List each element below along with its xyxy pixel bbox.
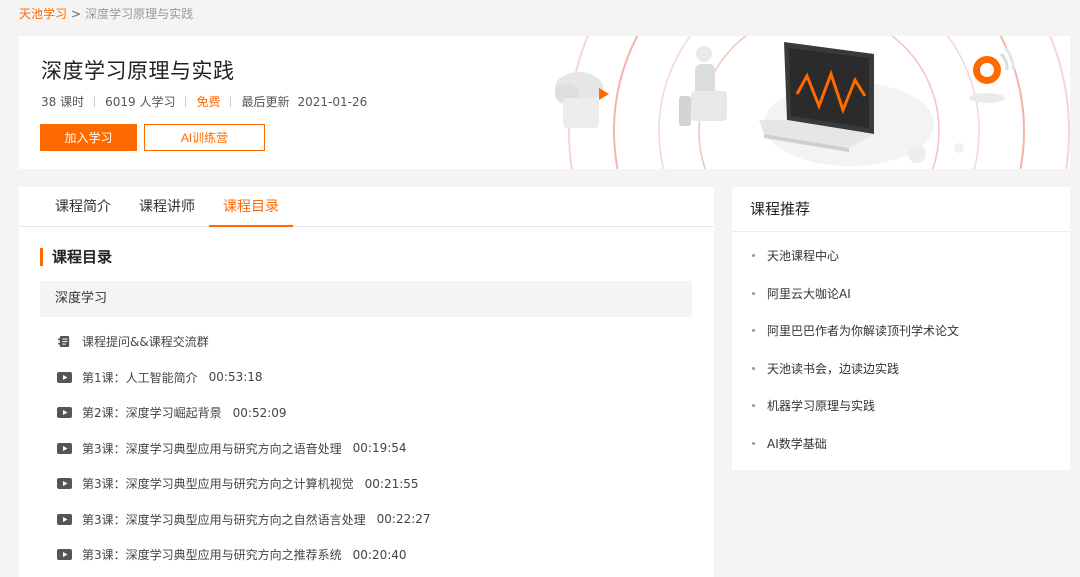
bullet-icon — [752, 291, 755, 295]
recommend-panel: 课程推荐 天池课程中心 阿里云大咖论AI 阿里巴巴作者为你解读顶刊学术论文 天池… — [732, 187, 1070, 470]
bullet-icon — [752, 404, 755, 408]
lessons-count: 38 课时 — [41, 95, 85, 109]
video-icon — [57, 513, 72, 525]
lesson-item[interactable]: 第2课：深度学习崛起背景 00:52:09 — [57, 395, 697, 431]
tab-intro[interactable]: 课程简介 — [41, 187, 125, 227]
lesson-item[interactable]: 第3课：深度学习典型应用与研究方向之语音处理 00:19:54 — [57, 431, 697, 467]
meta-divider — [185, 96, 187, 107]
recommend-item-label: 机器学习原理与实践 — [767, 399, 876, 414]
lesson-duration: 00:19:54 — [352, 441, 407, 456]
bullet-icon — [752, 329, 755, 333]
recommend-item[interactable]: AI数学基础 — [732, 425, 1070, 463]
lesson-duration: 00:21:55 — [364, 476, 419, 491]
recommend-item[interactable]: 阿里巴巴作者为你解读顶刊学术论文 — [732, 312, 1070, 350]
lesson-item[interactable]: 第1课：人工智能简介 00:53:18 — [57, 360, 697, 396]
join-course-button[interactable]: 加入学习 — [40, 124, 137, 151]
meta-divider — [94, 96, 96, 107]
bullet-icon — [752, 441, 755, 445]
lesson-title: 第3课：深度学习典型应用与研究方向之计算机视觉 — [82, 477, 354, 492]
bullet-icon — [752, 254, 755, 258]
recommend-item[interactable]: 阿里云大咖论AI — [732, 275, 1070, 313]
recommend-item-label: AI数学基础 — [767, 436, 827, 451]
catalog-heading: 课程目录 — [40, 248, 112, 266]
bullet-icon — [752, 366, 755, 370]
learners-count: 6019 人学习 — [105, 95, 176, 109]
recommend-item[interactable]: 天池读书会，边读边实践 — [732, 350, 1070, 388]
updated-date: 2021-01-26 — [297, 94, 368, 109]
tab-catalog[interactable]: 课程目录 — [209, 187, 293, 227]
recommend-item[interactable]: 天池课程中心 — [732, 237, 1070, 275]
recommend-item-label: 天池读书会，边读边实践 — [767, 361, 900, 376]
breadcrumb: 天池学习 > 深度学习原理与实践 — [19, 5, 193, 22]
chat-group-icon — [58, 336, 70, 348]
lesson-title: 第1课：人工智能简介 — [82, 370, 198, 385]
video-icon — [57, 371, 72, 383]
banner-illustration — [555, 36, 1070, 169]
meta-divider — [230, 96, 232, 107]
lesson-duration: 00:52:09 — [232, 405, 287, 420]
video-icon — [57, 478, 72, 490]
updated-label: 最后更新 — [241, 95, 290, 109]
recommend-item[interactable]: 机器学习原理与实践 — [732, 387, 1070, 425]
breadcrumb-home-link[interactable]: 天池学习 — [19, 7, 67, 21]
recommend-list: 天池课程中心 阿里云大咖论AI 阿里巴巴作者为你解读顶刊学术论文 天池读书会，边… — [732, 232, 1070, 462]
lesson-item[interactable]: 课程提问&&课程交流群 — [57, 324, 697, 360]
video-icon — [57, 442, 72, 454]
chapter-header[interactable]: 深度学习 — [40, 281, 692, 317]
course-banner: 深度学习原理与实践 38 课时 6019 人学习 免费 最后更新 2021-01… — [19, 36, 1070, 169]
breadcrumb-separator: > — [71, 7, 82, 21]
lesson-title: 第3课：深度学习典型应用与研究方向之语音处理 — [82, 441, 342, 456]
course-title: 深度学习原理与实践 — [41, 59, 235, 83]
course-content-panel: 课程简介 课程讲师 课程目录 课程目录 深度学习 课程提问&&课程交流群 第1课… — [19, 187, 714, 577]
lesson-item[interactable]: 第3课：深度学习典型应用与研究方向之计算机视觉 00:21:55 — [57, 466, 697, 502]
video-icon — [57, 407, 72, 419]
recommend-item-label: 天池课程中心 — [767, 249, 840, 264]
video-icon — [57, 549, 72, 561]
lesson-item[interactable]: 第3课：深度学习典型应用与研究方向之推荐系统 00:20:40 — [57, 537, 697, 573]
price-badge: 免费 — [196, 95, 221, 109]
lesson-title: 第3课：深度学习典型应用与研究方向之自然语言处理 — [82, 512, 366, 527]
lesson-duration: 00:20:40 — [352, 547, 407, 562]
ai-camp-button[interactable]: AI训练营 — [144, 124, 265, 151]
lesson-item[interactable]: 第3课：深度学习典型应用与研究方向之自然语言处理 00:22:27 — [57, 502, 697, 538]
lesson-title: 第2课：深度学习崛起背景 — [82, 406, 222, 421]
breadcrumb-current: 深度学习原理与实践 — [85, 7, 194, 21]
lesson-duration: 00:53:18 — [208, 370, 263, 385]
recommend-item-label: 阿里云大咖论AI — [767, 286, 851, 301]
course-meta: 38 课时 6019 人学习 免费 最后更新 2021-01-26 — [41, 93, 367, 110]
course-tabs: 课程简介 课程讲师 课程目录 — [19, 187, 714, 227]
lesson-duration: 00:22:27 — [376, 512, 431, 527]
lesson-title: 课程提问&&课程交流群 — [82, 335, 209, 350]
lesson-title: 第3课：深度学习典型应用与研究方向之推荐系统 — [82, 548, 342, 563]
recommend-title: 课程推荐 — [732, 187, 1070, 232]
recommend-item-label: 阿里巴巴作者为你解读顶刊学术论文 — [767, 324, 960, 339]
tab-instructor[interactable]: 课程讲师 — [125, 187, 209, 227]
lesson-list: 课程提问&&课程交流群 第1课：人工智能简介 00:53:18 第2课：深度学习… — [57, 324, 697, 573]
